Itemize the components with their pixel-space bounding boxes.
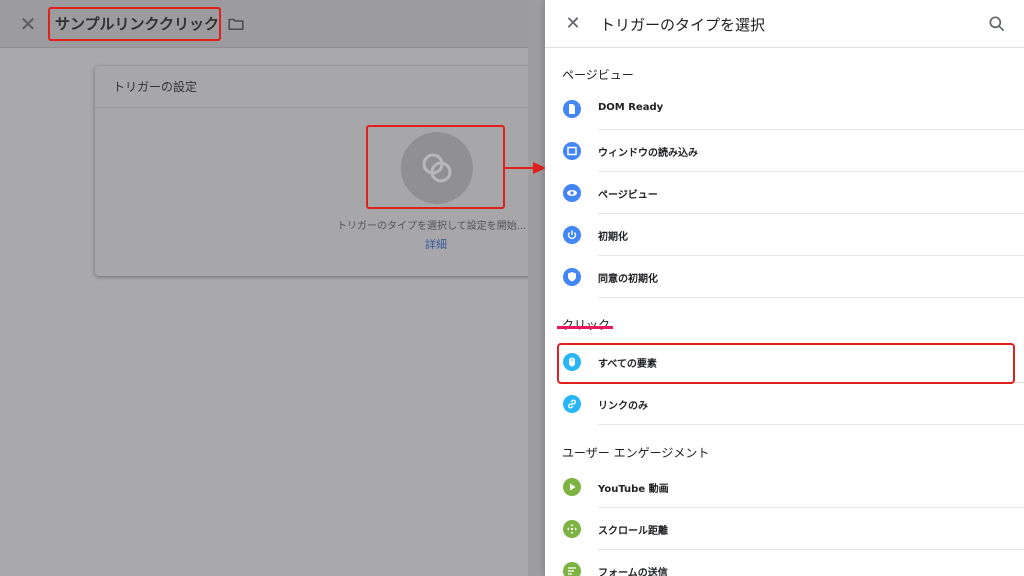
trigger-item-label: ウィンドウの読み込み xyxy=(598,148,698,159)
move-icon xyxy=(563,520,581,538)
trigger-item-label: スクロール距離 xyxy=(598,526,668,537)
trigger-type-drawer: ✕ トリガーのタイプを選択 ページビュー DOM Ready ウィンドウの読み込… xyxy=(545,0,1024,576)
trigger-item-label: DOM Ready xyxy=(598,102,664,113)
card-description: トリガーのタイプを選択して設定を開始... xyxy=(337,221,527,232)
trigger-icon xyxy=(422,153,452,183)
trigger-item-consent-init[interactable]: 同意の初期化 xyxy=(545,256,1024,298)
trigger-item-youtube[interactable]: YouTube 動画 xyxy=(545,466,1024,508)
trigger-item-label: すべての要素 xyxy=(598,359,657,370)
divider xyxy=(598,424,1024,425)
form-icon xyxy=(563,562,581,576)
trigger-item-window-load[interactable]: ウィンドウの読み込み xyxy=(545,130,1024,172)
trigger-item-form-submit[interactable]: フォームの送信 xyxy=(545,550,1024,576)
play-icon xyxy=(563,478,581,496)
document-icon xyxy=(563,100,581,118)
trigger-item-label: 初期化 xyxy=(598,232,628,243)
trigger-item-label: フォームの送信 xyxy=(598,568,668,576)
close-icon[interactable]: ✕ xyxy=(16,12,40,36)
trigger-item-label: リンクのみ xyxy=(598,401,648,412)
drawer-header: ✕ トリガーのタイプを選択 xyxy=(545,0,1024,48)
mouse-icon xyxy=(563,353,581,371)
card-title: トリガーの設定 xyxy=(95,66,565,108)
editor-topbar: ✕ サンプルリンククリック xyxy=(0,0,545,48)
trigger-item-label: 同意の初期化 xyxy=(598,274,658,285)
trigger-item-pageview[interactable]: ページビュー xyxy=(545,172,1024,214)
trigger-item-all-elements[interactable]: すべての要素 xyxy=(545,341,1024,383)
folder-icon[interactable] xyxy=(227,15,245,33)
shield-icon xyxy=(563,268,581,286)
section-title-click: クリック xyxy=(562,318,611,332)
eye-icon xyxy=(563,184,581,202)
trigger-item-label: ページビュー xyxy=(598,190,658,201)
drawer-title: トリガーのタイプを選択 xyxy=(600,16,766,34)
drawer-shadow xyxy=(528,0,545,576)
search-icon[interactable] xyxy=(987,14,1007,34)
section-title-engagement: ユーザー エンゲージメント xyxy=(562,446,710,460)
details-link[interactable]: 詳細 xyxy=(425,236,447,252)
divider xyxy=(598,297,1024,298)
trigger-config-card: トリガーの設定 トリガーのタイプを選択して設定を開始... 詳細 xyxy=(95,66,565,276)
window-icon xyxy=(563,142,581,160)
trigger-item-label: YouTube 動画 xyxy=(598,484,669,495)
page-title[interactable]: サンプルリンククリック xyxy=(55,13,219,34)
section-underline xyxy=(557,326,613,329)
trigger-item-dom-ready[interactable]: DOM Ready xyxy=(545,88,1024,130)
power-icon xyxy=(563,226,581,244)
trigger-item-initialization[interactable]: 初期化 xyxy=(545,214,1024,256)
trigger-item-scroll-depth[interactable]: スクロール距離 xyxy=(545,508,1024,550)
trigger-placeholder-button[interactable] xyxy=(401,132,473,204)
trigger-item-links-only[interactable]: リンクのみ xyxy=(545,383,1024,425)
close-icon[interactable]: ✕ xyxy=(561,12,585,36)
link-icon xyxy=(563,395,581,413)
section-title-pageview: ページビュー xyxy=(562,68,634,82)
red-arrow xyxy=(505,162,546,174)
